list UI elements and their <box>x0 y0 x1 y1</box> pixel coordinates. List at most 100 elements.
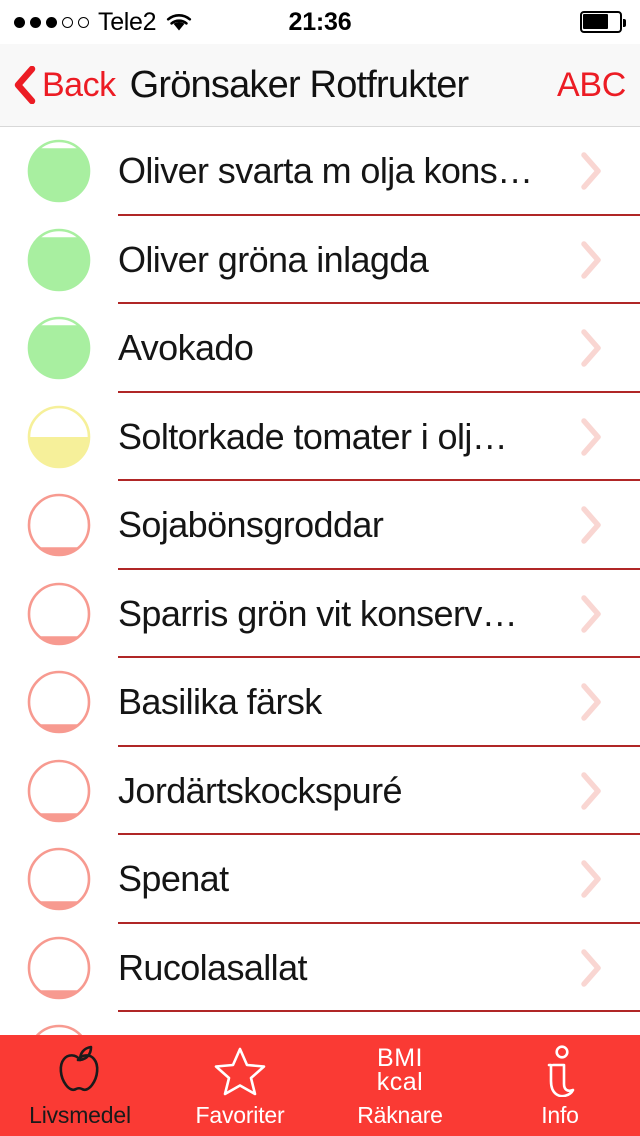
tab-label: Favoriter <box>195 1102 285 1128</box>
disclosure-cell <box>578 327 640 369</box>
fill-gauge-icon <box>27 936 91 1000</box>
tab-livsmedel[interactable]: Livsmedel <box>0 1035 160 1136</box>
list-item[interactable]: Oliver svarta m olja kons… <box>0 127 640 216</box>
signal-dot <box>14 16 25 28</box>
tab-favoriter[interactable]: Favoriter <box>160 1035 320 1136</box>
list-item[interactable]: Rucolasallat <box>0 923 640 1012</box>
list-item-label: Sparris grön vit konserv… <box>118 592 518 634</box>
fill-gauge-icon <box>27 847 91 911</box>
fill-gauge-icon <box>27 316 91 380</box>
signal-dot <box>46 16 57 28</box>
signal-dot <box>78 16 89 28</box>
list-item-label: Oliver svarta m olja kons… <box>118 150 533 192</box>
list-item-label: Rucolasallat <box>118 946 308 988</box>
disclosure-cell <box>578 593 640 635</box>
tab-label: Räknare <box>357 1102 443 1128</box>
chevron-right-icon <box>581 683 601 721</box>
signal-dot <box>62 16 73 28</box>
back-button[interactable]: Back <box>14 66 116 104</box>
tab-label: Livsmedel <box>29 1102 131 1128</box>
chevron-left-icon <box>14 66 36 104</box>
tab-icon: BMI kcal <box>377 1046 423 1096</box>
list-item-label: Oliver gröna inlagda <box>118 238 429 280</box>
bmi-icon-line2: kcal <box>376 1068 424 1096</box>
gauge-cell <box>0 758 118 824</box>
list-item[interactable]: Basilika färsk <box>0 658 640 747</box>
fill-gauge-icon <box>27 670 91 734</box>
battery-cap <box>623 18 626 27</box>
carrier-label: Tele2 <box>98 7 157 36</box>
star-icon <box>214 1047 266 1096</box>
chevron-right-icon <box>581 949 601 987</box>
chevron-right-icon <box>581 860 601 898</box>
info-icon <box>547 1045 575 1097</box>
fill-gauge-icon <box>27 139 91 203</box>
disclosure-cell <box>578 770 640 812</box>
gauge-cell <box>0 669 118 735</box>
status-bar-left: Tele2 <box>14 8 193 37</box>
list-item[interactable]: Jordärtskockspuré <box>0 746 640 835</box>
fill-gauge-icon <box>27 228 91 292</box>
list-item[interactable]: Avokado <box>0 304 640 393</box>
chevron-right-icon <box>581 595 601 633</box>
disclosure-cell <box>578 416 640 458</box>
list-item-label: Avokado <box>118 327 254 369</box>
tab-icon <box>540 1045 580 1097</box>
battery-fill <box>582 13 609 29</box>
abc-button[interactable]: ABC <box>557 66 626 105</box>
status-bar: Tele2 21:36 <box>0 0 640 44</box>
gauge-cell <box>0 404 118 470</box>
gauge-cell <box>0 581 118 647</box>
tab-räknare[interactable]: BMI kcal Räknare <box>320 1035 480 1136</box>
tab-info[interactable]: Info <box>480 1035 640 1136</box>
disclosure-cell <box>578 858 640 900</box>
fill-gauge-icon <box>27 759 91 823</box>
list-item[interactable]: Sparris grön vit konserv… <box>0 569 640 658</box>
disclosure-cell <box>578 504 640 546</box>
list-item-label: Sojabönsgroddar <box>118 504 384 546</box>
chevron-right-icon <box>581 772 601 810</box>
gauge-cell <box>0 315 118 381</box>
chevron-right-icon <box>581 418 601 456</box>
tab-icon <box>214 1046 266 1096</box>
status-bar-right <box>580 11 626 33</box>
list-item[interactable]: Sojabönsgroddar <box>0 481 640 570</box>
fill-gauge-icon <box>27 493 91 557</box>
list-item-label: Jordärtskockspuré <box>118 769 403 811</box>
fill-gauge-icon <box>27 582 91 646</box>
page-title: Grönsaker Rotfrukter <box>129 63 470 106</box>
gauge-cell <box>0 138 118 204</box>
list-item[interactable]: Oliver gröna inlagda <box>0 215 640 304</box>
chevron-right-icon <box>581 241 601 279</box>
tab-bar[interactable]: Livsmedel Favoriter BMI kcal Räknare Inf… <box>0 1035 640 1136</box>
navigation-bar: Back Grönsaker Rotfrukter ABC <box>0 44 640 127</box>
chevron-right-icon <box>581 152 601 190</box>
list-item-label: Soltorkade tomater i olj… <box>118 415 508 457</box>
disclosure-cell <box>578 239 640 281</box>
list-item[interactable]: Soltorkade tomater i olj… <box>0 392 640 481</box>
disclosure-cell <box>578 681 640 723</box>
disclosure-cell <box>578 947 640 989</box>
signal-strength-icon <box>14 16 89 28</box>
food-list[interactable]: Oliver svarta m olja kons… Oliver gröna … <box>0 127 640 1136</box>
disclosure-cell <box>578 150 640 192</box>
list-item[interactable]: Spenat <box>0 835 640 924</box>
clock-label: 21:36 <box>288 7 352 36</box>
gauge-cell <box>0 227 118 293</box>
gauge-cell <box>0 935 118 1001</box>
chevron-right-icon <box>581 329 601 367</box>
signal-dot <box>30 16 41 28</box>
fill-gauge-icon <box>27 405 91 469</box>
bmi-kcal-icon: BMI kcal <box>376 1046 424 1096</box>
list-item-label: Basilika färsk <box>118 681 322 723</box>
apple-icon <box>59 1045 99 1092</box>
gauge-cell <box>0 846 118 912</box>
back-button-label: Back <box>42 66 116 104</box>
list-item-label: Spenat <box>118 858 229 900</box>
chevron-right-icon <box>581 506 601 544</box>
tab-icon <box>53 1045 107 1096</box>
battery-icon <box>580 11 626 33</box>
app-screen: Tele2 21:36 Back Grönsaker Rotfrukter AB… <box>0 0 640 1136</box>
gauge-cell <box>0 492 118 558</box>
wifi-icon <box>167 13 192 30</box>
